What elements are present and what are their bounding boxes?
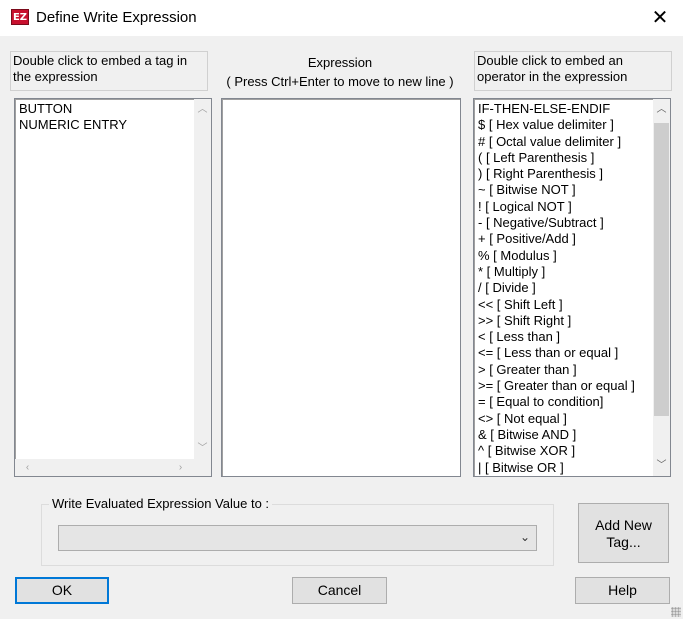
operators-list-items: IF-THEN-ELSE-ENDIF $ [ Hex value delimite… <box>478 101 635 476</box>
operator-item[interactable]: < [ Less than ] <box>478 329 635 345</box>
operator-item[interactable]: # [ Octal value delimiter ] <box>478 134 635 150</box>
ok-button[interactable]: OK <box>15 577 109 604</box>
operator-item[interactable]: = [ Equal to condition] <box>478 394 635 410</box>
scroll-right-icon[interactable]: › <box>172 459 189 476</box>
operator-item[interactable]: IF-THEN-ELSE-ENDIF <box>478 101 635 117</box>
expression-textarea[interactable] <box>221 98 461 477</box>
tag-item-button[interactable]: BUTTON <box>19 101 127 117</box>
operator-item[interactable]: ^ [ Bitwise XOR ] <box>478 443 635 459</box>
operator-item[interactable]: >> [ Shift Right ] <box>478 313 635 329</box>
tags-panel-header: Double click to embed a tag in the expre… <box>10 51 208 91</box>
cancel-button[interactable]: Cancel <box>292 577 387 604</box>
operator-item[interactable]: * [ Multiply ] <box>478 264 635 280</box>
chevron-down-icon: ⌄ <box>519 530 530 544</box>
add-new-tag-label-1: Add New <box>595 517 652 533</box>
operator-item[interactable]: + [ Positive/Add ] <box>478 231 635 247</box>
resize-grip-icon[interactable] <box>671 607 681 617</box>
operators-panel-header: Double click to embed an operator in the… <box>474 51 672 91</box>
operator-item[interactable]: & [ Bitwise AND ] <box>478 427 635 443</box>
operator-item[interactable]: > [ Greater than ] <box>478 362 635 378</box>
add-new-tag-label-2: Tag... <box>606 534 641 550</box>
operator-item[interactable]: - [ Negative/Subtract ] <box>478 215 635 231</box>
operator-item[interactable]: ( [ Left Parenthesis ] <box>478 150 635 166</box>
operator-item[interactable]: / [ Divide ] <box>478 280 635 296</box>
operators-vertical-scrollbar[interactable]: ︿ ﹀ <box>653 99 670 476</box>
dialog-body: Double click to embed a tag in the expre… <box>0 36 683 619</box>
operator-item[interactable]: ) [ Right Parenthesis ] <box>478 166 635 182</box>
scroll-up-icon[interactable]: ︿ <box>194 101 211 118</box>
operator-item[interactable]: | [ Bitwise OR ] <box>478 460 635 476</box>
tags-list[interactable]: BUTTON NUMERIC ENTRY ︿ ﹀ ‹ › <box>14 98 212 477</box>
ez-app-icon: EZ <box>11 9 29 25</box>
scroll-down-icon[interactable]: ﹀ <box>194 440 211 457</box>
operator-item[interactable]: % [ Modulus ] <box>478 248 635 264</box>
tag-item-numeric-entry[interactable]: NUMERIC ENTRY <box>19 117 127 133</box>
tags-vertical-scrollbar[interactable]: ︿ ﹀ <box>194 99 211 459</box>
expression-title: Expression <box>307 55 373 70</box>
operators-list[interactable]: IF-THEN-ELSE-ENDIF $ [ Hex value delimite… <box>473 98 671 477</box>
operator-item[interactable]: <> [ Not equal ] <box>478 411 635 427</box>
scroll-down-icon[interactable]: ﹀ <box>653 457 670 474</box>
expression-header: Expression ( Press Ctrl+Enter to move to… <box>218 53 462 91</box>
title-bar: EZ Define Write Expression ✕ <box>0 0 683 36</box>
operator-item[interactable]: >= [ Greater than or equal ] <box>478 378 635 394</box>
expression-hint: ( Press Ctrl+Enter to move to new line ) <box>226 74 454 89</box>
tags-horizontal-scrollbar[interactable]: ‹ › <box>15 459 211 476</box>
write-to-dropdown[interactable]: ⌄ <box>58 525 537 551</box>
tags-list-items: BUTTON NUMERIC ENTRY <box>19 101 127 134</box>
help-button[interactable]: Help <box>575 577 670 604</box>
write-to-label: Write Evaluated Expression Value to : <box>49 496 273 511</box>
scroll-left-icon[interactable]: ‹ <box>19 459 36 476</box>
add-new-tag-button[interactable]: Add New Tag... <box>578 503 669 563</box>
window-title: Define Write Expression <box>36 9 197 26</box>
scroll-thumb[interactable] <box>654 123 669 416</box>
close-icon[interactable]: ✕ <box>637 0 683 36</box>
operator-item[interactable]: $ [ Hex value delimiter ] <box>478 117 635 133</box>
operator-item[interactable]: <= [ Less than or equal ] <box>478 345 635 361</box>
operator-item[interactable]: ! [ Logical NOT ] <box>478 199 635 215</box>
operator-item[interactable]: ~ [ Bitwise NOT ] <box>478 182 635 198</box>
scroll-up-icon[interactable]: ︿ <box>653 101 670 118</box>
operator-item[interactable]: << [ Shift Left ] <box>478 297 635 313</box>
